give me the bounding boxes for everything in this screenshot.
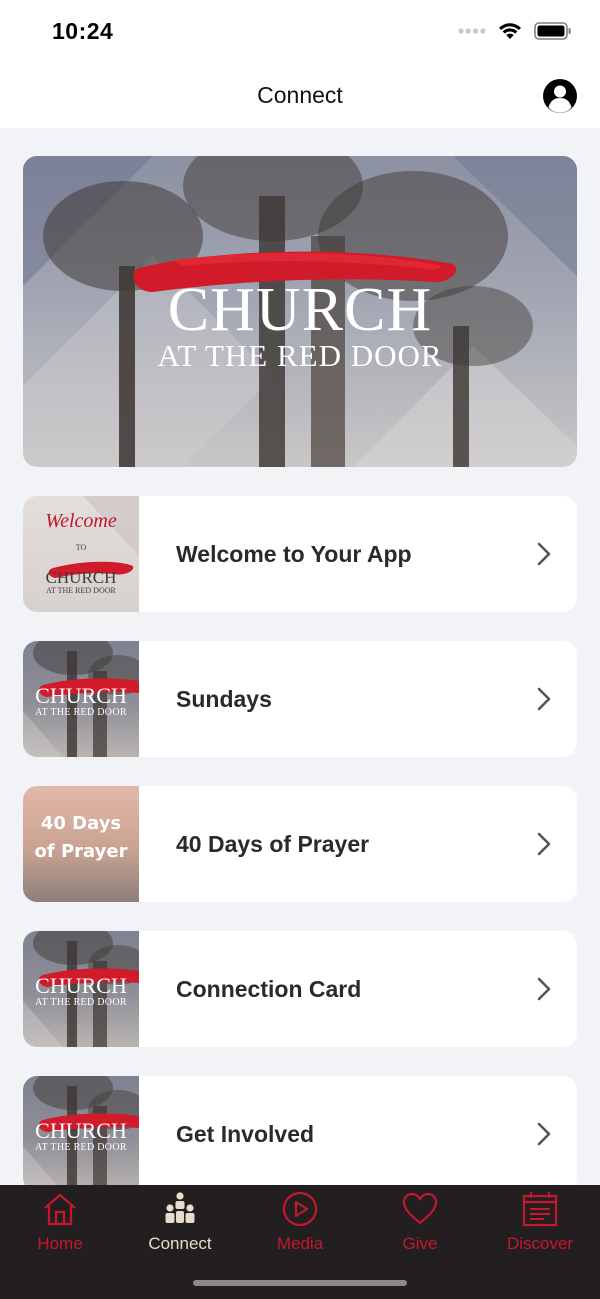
heart-icon (402, 1192, 438, 1225)
status-icons (458, 22, 572, 40)
item-label: Sundays (176, 686, 272, 712)
item-label: 40 Days of Prayer (176, 831, 370, 857)
tab-label: Media (276, 1234, 324, 1253)
welcome-thumbnail: Welcome TO CHURCH AT THE RED DOOR (23, 496, 139, 612)
list-item-connection-card[interactable]: CHURCH AT THE RED DOOR Connection Card (23, 931, 577, 1047)
church-thumbnail: CHURCH AT THE RED DOOR (23, 641, 139, 757)
play-icon (282, 1191, 318, 1227)
thumb-line-1: 40 Days (40, 813, 122, 834)
home-indicator (193, 1280, 407, 1286)
chevron-right-icon (537, 542, 551, 566)
signal-icon (458, 28, 486, 34)
hero-banner[interactable]: CHURCH AT THE RED DOOR (23, 156, 577, 467)
list-item-sundays[interactable]: CHURCH AT THE RED DOOR Sundays (23, 641, 577, 757)
home-icon (44, 1193, 76, 1226)
thumb-title: CHURCH (35, 973, 127, 998)
chevron-right-icon (537, 832, 551, 856)
list-item-welcome[interactable]: Welcome TO CHURCH AT THE RED DOOR Welcom… (23, 496, 577, 612)
chevron-right-icon (537, 977, 551, 1001)
tab-media[interactable]: Media (240, 1185, 360, 1265)
thumb-title: CHURCH (35, 683, 127, 708)
thumb-line-2: of Prayer (34, 841, 128, 862)
status-time: 10:24 (52, 18, 114, 44)
navigation-bar: Connect (0, 64, 600, 128)
tab-label: Home (37, 1234, 83, 1253)
church-thumbnail: CHURCH AT THE RED DOOR (23, 1076, 139, 1192)
thumb-subtitle: AT THE RED DOOR (35, 1142, 127, 1153)
tab-label: Discover (506, 1234, 574, 1253)
wifi-icon (499, 23, 521, 39)
chevron-right-icon (537, 687, 551, 711)
tab-label: Connect (148, 1234, 212, 1253)
calendar-icon (522, 1192, 558, 1227)
prayer-thumbnail: 40 Days of Prayer (23, 786, 139, 902)
thumb-subtitle: AT THE RED DOOR (35, 997, 127, 1008)
thumb-prayer-title: 40 Days of Prayer (23, 810, 139, 866)
tab-connect[interactable]: Connect (120, 1185, 240, 1265)
item-label: Get Involved (176, 1121, 315, 1147)
people-icon (165, 1192, 195, 1223)
thumb-title: CHURCH (35, 1118, 127, 1143)
tab-give[interactable]: Give (360, 1185, 480, 1265)
thumb-title: CHURCH (45, 568, 117, 587)
status-bar: 10:24 (0, 0, 600, 64)
list-item-get-involved[interactable]: CHURCH AT THE RED DOOR Get Involved (23, 1076, 577, 1192)
chevron-right-icon (537, 1122, 551, 1146)
hero-logo: CHURCH AT THE RED DOOR (23, 278, 577, 372)
hero-title: CHURCH (167, 276, 433, 344)
thumb-to: TO (75, 543, 87, 552)
thumb-subtitle: AT THE RED DOOR (35, 707, 127, 718)
item-label: Welcome to Your App (176, 541, 412, 567)
page-title: Connect (257, 82, 343, 108)
tab-discover[interactable]: Discover (480, 1185, 600, 1265)
thumb-subtitle: AT THE RED DOOR (46, 586, 116, 595)
tab-label: Give (402, 1234, 438, 1253)
list-item-40-days-of-prayer[interactable]: 40 Days of Prayer 40 Days of Prayer (23, 786, 577, 902)
item-label: Connection Card (176, 976, 362, 1002)
church-thumbnail: CHURCH AT THE RED DOOR (23, 931, 139, 1047)
thumb-script: Welcome (45, 510, 117, 532)
hero-subtitle: AT THE RED DOOR (157, 338, 443, 373)
profile-icon[interactable] (542, 78, 578, 114)
tab-home[interactable]: Home (0, 1185, 120, 1265)
battery-icon (534, 22, 571, 40)
